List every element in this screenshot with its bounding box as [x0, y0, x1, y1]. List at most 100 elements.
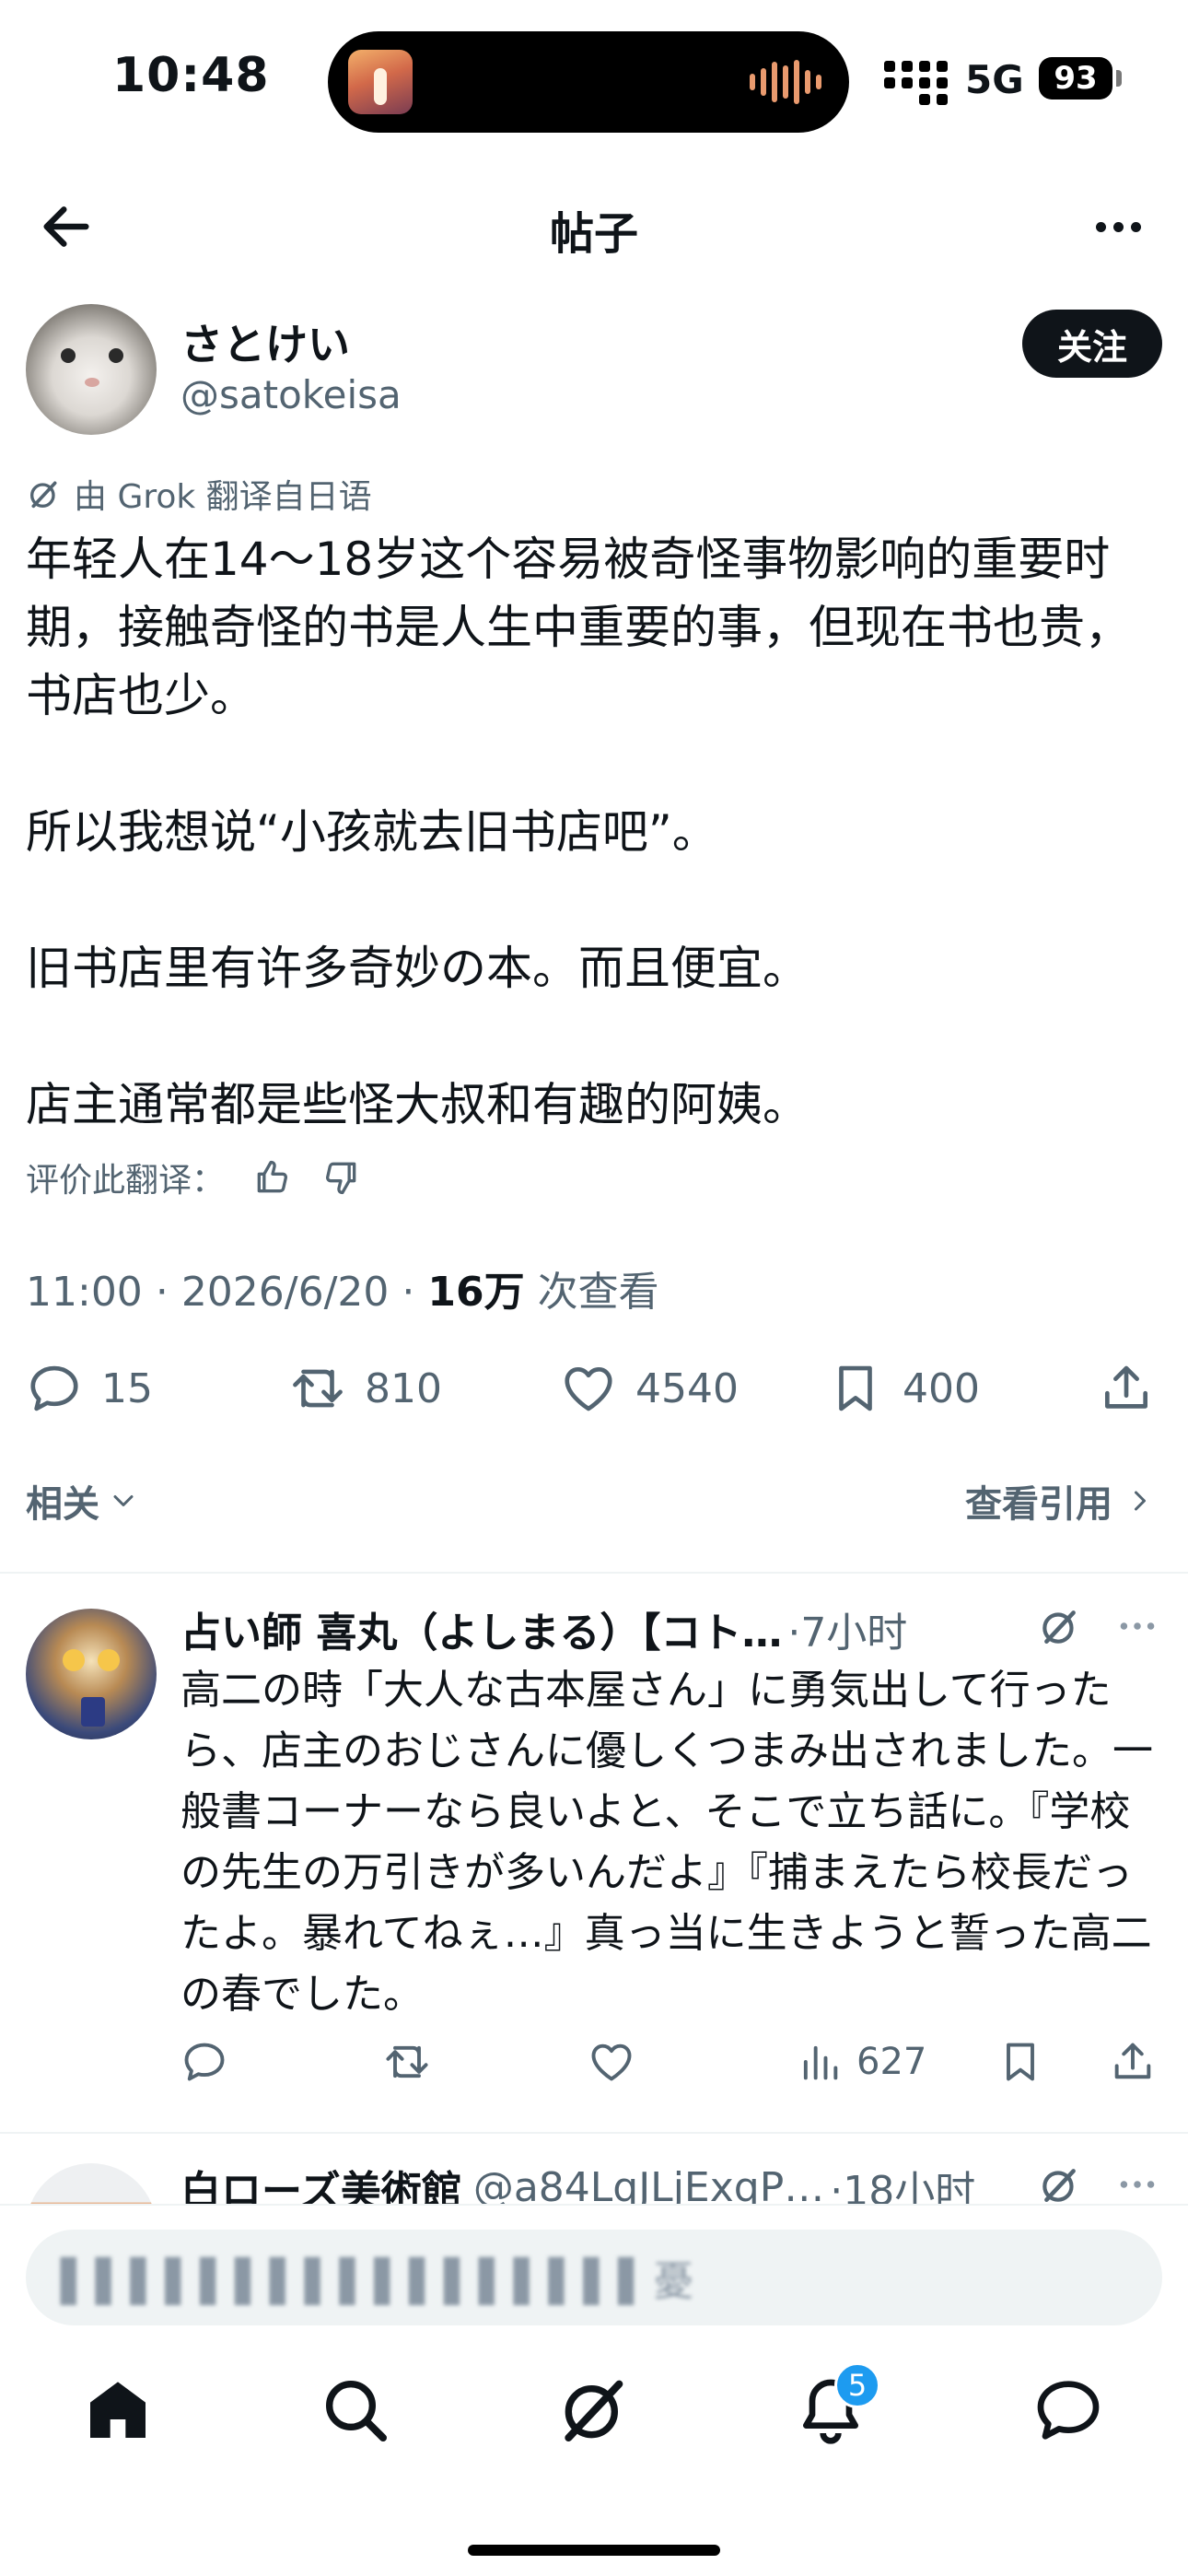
reply-input[interactable]: ▌▌▌▌▌▌▌▌▌▌▌▌▌▌▌▌▌憂: [26, 2230, 1162, 2325]
audio-waveform-icon: [750, 59, 821, 105]
related-sort-button[interactable]: 相关: [26, 1474, 140, 1528]
grok-icon: [30, 481, 57, 509]
analytics-icon: [803, 2045, 838, 2080]
reply-input-placeholder: ▌▌▌▌▌▌▌▌▌▌▌▌▌▌▌▌▌憂: [61, 2258, 698, 2305]
like-count: 4540: [635, 1364, 739, 1412]
reply-icon: [184, 2043, 225, 2081]
more-options-button[interactable]: [1085, 197, 1151, 256]
repost-icon: [386, 2045, 428, 2078]
share-icon: [1114, 2043, 1151, 2079]
page-title: 帖子: [549, 208, 638, 260]
author-name[interactable]: さとけい: [181, 311, 350, 372]
reply-views-count: 627: [856, 2041, 927, 2083]
repost-icon: [293, 1369, 343, 1408]
more-horizontal-icon[interactable]: [1114, 2161, 1160, 2204]
post-actions: 15 810 4540 400: [26, 1360, 1162, 1424]
view-quotes-link[interactable]: 查看引用: [965, 1474, 1157, 1528]
reply-button[interactable]: 15: [26, 1360, 153, 1417]
like-button[interactable]: 4540: [560, 1360, 739, 1417]
home-indicator: [468, 2545, 720, 2556]
view-quotes-label: 查看引用: [965, 1483, 1112, 1526]
chevron-down-icon: [113, 1495, 134, 1506]
post-views-count: 16万: [427, 1269, 525, 1316]
post-date: 2026/6/20: [181, 1269, 390, 1316]
more-dot-icon: [1112, 221, 1124, 232]
post-paragraph: 店主通常都是些怪大叔和有趣的阿姨。: [26, 1078, 809, 1131]
post-paragraph: 年轻人在14～18岁这个容易被奇怪事物影响的重要时期，接触奇怪的书是人生中重要的…: [26, 533, 1131, 722]
reply-author-handle[interactable]: @a84LqJLjExqP…: [473, 2164, 824, 2205]
reply-time: ·7小时: [787, 1610, 908, 1657]
tab-home[interactable]: [81, 2373, 155, 2447]
battery-tip: [1116, 70, 1122, 87]
reply-header: 白ローズ美術館 @a84LqJLjExqP… ·18小时: [181, 2158, 1160, 2204]
search-icon: [326, 2381, 387, 2441]
rate-translation-label: 评价此翻译：: [26, 1162, 226, 1200]
share-icon: [1105, 1365, 1147, 1409]
reply-like-button[interactable]: [588, 2038, 635, 2086]
tab-search[interactable]: [319, 2373, 392, 2447]
follow-button[interactable]: 关注: [1022, 310, 1162, 378]
more-dot-icon: [1130, 221, 1141, 232]
dynamic-island[interactable]: [328, 31, 849, 133]
author-handle[interactable]: @satokeisa: [181, 372, 402, 417]
nav-header: 帖子: [0, 175, 1188, 276]
battery-level: 93: [1039, 57, 1112, 100]
notifications-badge: 5: [834, 2362, 880, 2408]
heart-icon: [591, 2043, 632, 2081]
reply-tools: [1037, 2161, 1160, 2204]
post-author: さとけい @satokeisa 关注: [26, 304, 1168, 442]
tab-messages[interactable]: [1031, 2373, 1105, 2447]
tab-notifications[interactable]: 5: [794, 2362, 880, 2447]
status-time: 10:48: [112, 48, 270, 103]
reply-share-button[interactable]: [1109, 2038, 1157, 2086]
reply-reply-button[interactable]: [181, 2038, 228, 2086]
reply-repost-button[interactable]: [383, 2038, 431, 2086]
reply-tools: [1037, 1603, 1160, 1649]
bottom-tab-bar: 5: [0, 2346, 1188, 2475]
section-divider: [0, 1572, 1188, 1574]
reply-header: 占い師 喜丸（よしまる）【コト… ·7小时: [181, 1599, 1160, 1658]
bookmark-count: 400: [903, 1364, 980, 1412]
status-bar: 10:48 5G 93: [0, 0, 1188, 147]
translation-note[interactable]: 由 Grok 翻译自日语: [26, 470, 372, 518]
thumbs-down-icon[interactable]: [320, 1157, 361, 1198]
reply-author-name[interactable]: 白ローズ美術館: [181, 2158, 462, 2204]
post-views-label: 次查看: [537, 1269, 659, 1316]
reply-author-name[interactable]: 占い師 喜丸（よしまる）【コト…: [181, 1599, 782, 1658]
thumbs-up-icon[interactable]: [252, 1157, 293, 1198]
grok-icon: [565, 2380, 623, 2441]
post-time: 11:00: [26, 1269, 143, 1316]
reply-item[interactable]: 白ローズ美術館 @a84LqJLjExqP… ·18小时: [0, 2158, 1188, 2204]
chevron-right-icon: [1135, 1491, 1146, 1511]
more-horizontal-icon[interactable]: [1114, 1603, 1160, 1649]
reply-avatar[interactable]: [26, 1609, 157, 1739]
repost-count: 810: [365, 1364, 442, 1412]
more-dot-icon: [1095, 221, 1106, 232]
translation-note-text: 由 Grok 翻译自日语: [74, 478, 372, 516]
network-type: 5G: [965, 57, 1024, 102]
bookmark-button[interactable]: 400: [827, 1360, 980, 1417]
reply-views-button[interactable]: 627: [796, 2038, 926, 2086]
bookmark-icon: [839, 1365, 872, 1411]
heart-icon: [565, 1367, 612, 1411]
chat-icon: [1037, 2381, 1100, 2440]
share-button[interactable]: [1098, 1360, 1155, 1417]
post-meta: 11:00 · 2026/6/20 · 16万 次查看: [26, 1259, 659, 1317]
home-icon: [90, 2382, 146, 2438]
reply-actions: 627: [181, 2038, 1160, 2093]
reply-avatar[interactable]: [26, 2163, 157, 2204]
tab-grok[interactable]: [556, 2373, 630, 2447]
reply-time: ·18小时: [830, 2168, 976, 2204]
post-paragraph: 旧书店里有许多奇妙の本。而且便宜。: [26, 942, 809, 995]
reply-bookmark-button[interactable]: [996, 2038, 1044, 2086]
meta-separator: ·: [402, 1269, 415, 1316]
grok-icon[interactable]: [1037, 1603, 1083, 1649]
reply-count: 15: [101, 1364, 153, 1412]
cellular-signal-icon: [884, 61, 948, 105]
author-avatar[interactable]: [26, 304, 157, 435]
now-playing-artwork: [348, 50, 413, 114]
repost-button[interactable]: 810: [289, 1360, 442, 1417]
reply-item[interactable]: 占い師 喜丸（よしまる）【コト… ·7小时 高二の時「大人な古本屋さん」に勇気出…: [0, 1599, 1188, 2134]
grok-icon[interactable]: [1037, 2161, 1083, 2204]
related-label: 相关: [26, 1483, 99, 1526]
